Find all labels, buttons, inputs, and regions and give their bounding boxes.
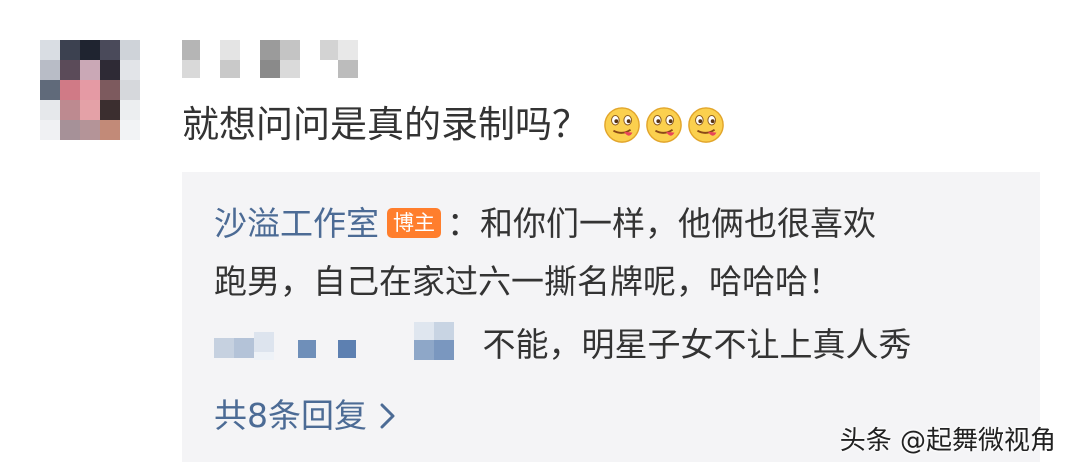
comment-text: 就想问问是真的录制吗？ <box>182 100 725 150</box>
sub-reply-text: 不能，明星子女不让上真人秀 <box>482 325 912 364</box>
chevron-right-icon <box>380 403 395 429</box>
reply-author-link[interactable]: 沙溢工作室 <box>214 204 379 243</box>
tongue-out-emoji-icon <box>646 107 682 143</box>
author-reply-line-1: 沙溢工作室 博主 ：和你们一样，他俩也很喜欢 <box>214 202 876 246</box>
sub-reply-username-pixelated[interactable] <box>214 322 472 362</box>
author-reply-line-2: 跑男，自己在家过六一撕名牌呢，哈哈哈！ <box>214 260 841 304</box>
blogger-badge: 博主 <box>387 208 441 238</box>
reply-thread[interactable]: 沙溢工作室 博主 ：和你们一样，他俩也很喜欢 跑男，自己在家过六一撕名牌呢，哈哈哈！… <box>182 172 1040 462</box>
view-all-replies-link[interactable]: 共8条回复 <box>214 394 399 438</box>
watermark: 头条 @起舞微视角 <box>839 426 1056 456</box>
reply-text-2: 跑男，自己在家过六一撕名牌呢，哈哈哈！ <box>214 262 841 301</box>
comment-body: 就想问问是真的录制吗？ <box>182 103 589 146</box>
avatar[interactable] <box>40 40 140 140</box>
tongue-out-emoji-icon <box>604 107 640 143</box>
reply-text-1: ：和你们一样，他俩也很喜欢 <box>447 204 876 243</box>
more-replies-label: 共8条回复 <box>214 396 367 435</box>
tongue-out-emoji-icon <box>688 107 724 143</box>
username-pixelated[interactable] <box>182 40 382 80</box>
sub-reply: 不能，明星子女不让上真人秀 <box>214 322 912 367</box>
